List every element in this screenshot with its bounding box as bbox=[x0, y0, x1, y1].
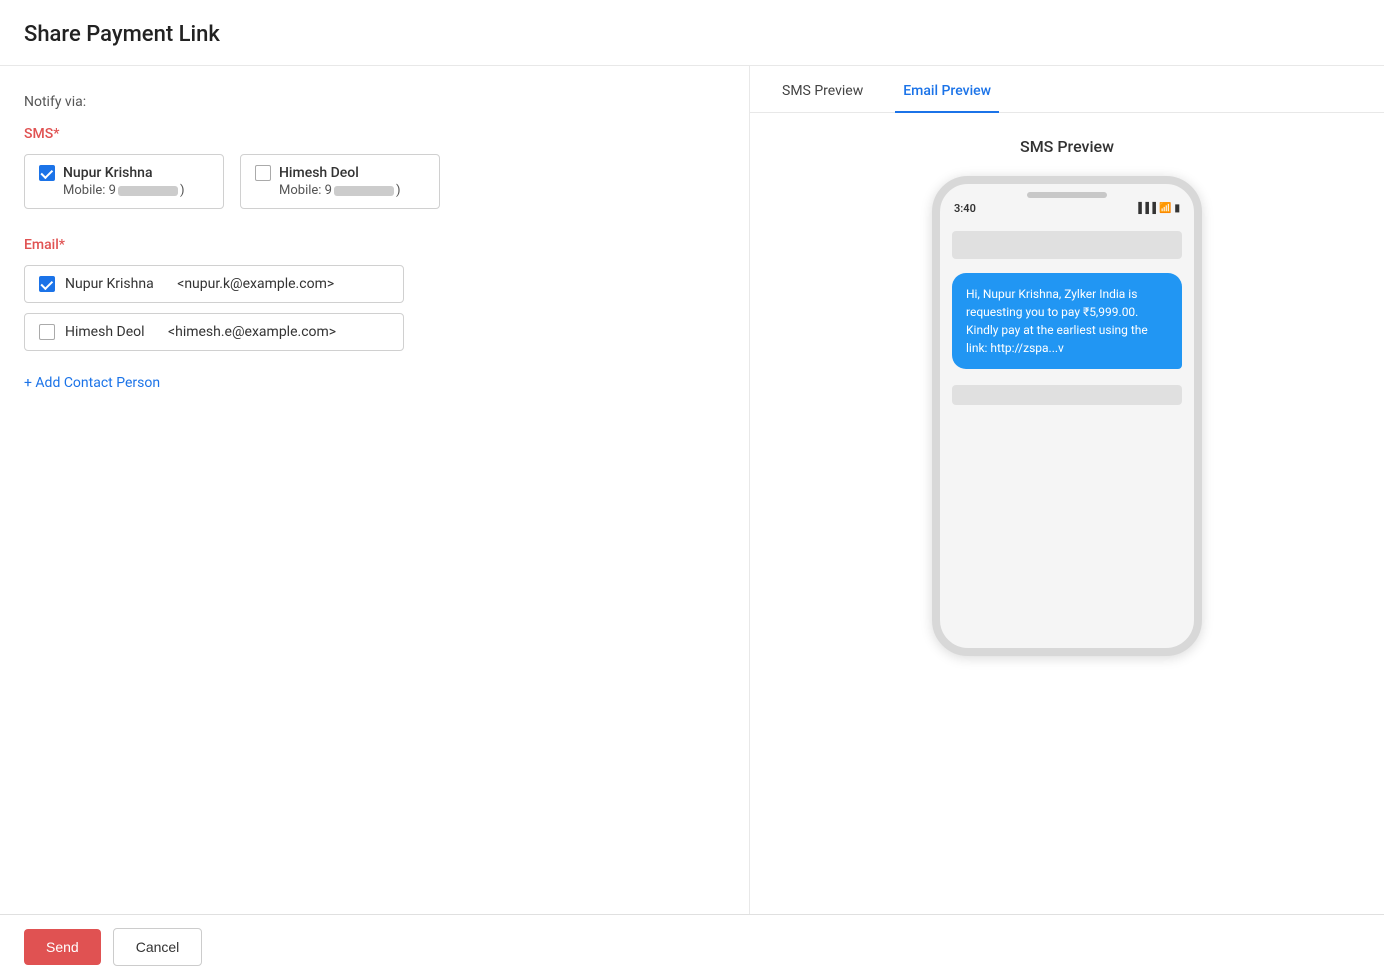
sms-contact-mobile-2: Mobile: 9) bbox=[279, 183, 425, 198]
email-contact-name-1: Nupur Krishna bbox=[65, 276, 154, 292]
email-section: Email* Nupur Krishna <nupur.k@example.co… bbox=[24, 237, 719, 391]
preview-content: SMS Preview 3:40 ▐▐▐ 📶 ▮ Hi, Nupur Krish… bbox=[750, 113, 1384, 680]
tab-email-preview[interactable]: Email Preview bbox=[895, 67, 999, 113]
email-contacts-list: Nupur Krishna <nupur.k@example.com> Hime… bbox=[24, 265, 719, 351]
battery-icon: ▮ bbox=[1174, 203, 1180, 214]
email-checkbox-2[interactable] bbox=[39, 324, 55, 340]
phone-time: 3:40 bbox=[954, 202, 976, 215]
phone-status-icons: ▐▐▐ 📶 ▮ bbox=[1135, 203, 1180, 214]
tab-sms-preview[interactable]: SMS Preview bbox=[774, 67, 871, 113]
sms-checkbox-2[interactable] bbox=[255, 165, 271, 181]
sms-contacts-list: Nupur Krishna Mobile: 9) Himesh Deol Mob… bbox=[24, 154, 719, 209]
wifi-icon: 📶 bbox=[1159, 203, 1171, 214]
phone-top-bar bbox=[952, 231, 1182, 259]
preview-content-title: SMS Preview bbox=[1020, 137, 1114, 156]
phone-status-bar: 3:40 ▐▐▐ 📶 ▮ bbox=[940, 198, 1194, 219]
email-contact-name-2: Himesh Deol bbox=[65, 324, 145, 340]
add-contact-link[interactable]: + Add Contact Person bbox=[24, 375, 160, 391]
sms-contact-header-2: Himesh Deol bbox=[255, 165, 425, 181]
sms-contact-card-1: Nupur Krishna Mobile: 9) bbox=[24, 154, 224, 209]
sms-contact-mobile-1: Mobile: 9) bbox=[63, 183, 209, 198]
email-contact-row-2: Himesh Deol <himesh.e@example.com> bbox=[24, 313, 404, 351]
page-title: Share Payment Link bbox=[0, 0, 1384, 66]
footer: Send Cancel bbox=[0, 914, 1384, 978]
left-panel: Notify via: SMS* Nupur Krishna Mobile: 9… bbox=[0, 66, 750, 926]
sms-section-label: SMS* bbox=[24, 126, 719, 142]
sms-preview-bubble: Hi, Nupur Krishna, Zylker India is reque… bbox=[952, 273, 1182, 369]
sms-contact-name-2: Himesh Deol bbox=[279, 165, 359, 181]
email-checkbox-1[interactable] bbox=[39, 276, 55, 292]
phone-mockup: 3:40 ▐▐▐ 📶 ▮ Hi, Nupur Krishna, Zylker I… bbox=[932, 176, 1202, 656]
sms-contact-name-1: Nupur Krishna bbox=[63, 165, 153, 181]
phone-body: Hi, Nupur Krishna, Zylker India is reque… bbox=[940, 219, 1194, 643]
send-button[interactable]: Send bbox=[24, 929, 101, 965]
right-panel: SMS Preview Email Preview SMS Preview 3:… bbox=[750, 66, 1384, 926]
email-section-label: Email* bbox=[24, 237, 719, 253]
sms-contact-header-1: Nupur Krishna bbox=[39, 165, 209, 181]
cancel-button[interactable]: Cancel bbox=[113, 928, 203, 966]
email-contact-email-2: <himesh.e@example.com> bbox=[168, 324, 336, 340]
email-contact-row-1: Nupur Krishna <nupur.k@example.com> bbox=[24, 265, 404, 303]
sms-checkbox-1[interactable] bbox=[39, 165, 55, 181]
preview-tabs: SMS Preview Email Preview bbox=[750, 66, 1384, 113]
notify-label: Notify via: bbox=[24, 94, 719, 110]
phone-bottom-bar bbox=[952, 385, 1182, 405]
email-contact-email-1: <nupur.k@example.com> bbox=[177, 276, 334, 292]
signal-icon: ▐▐▐ bbox=[1135, 203, 1156, 214]
sms-contact-card-2: Himesh Deol Mobile: 9) bbox=[240, 154, 440, 209]
